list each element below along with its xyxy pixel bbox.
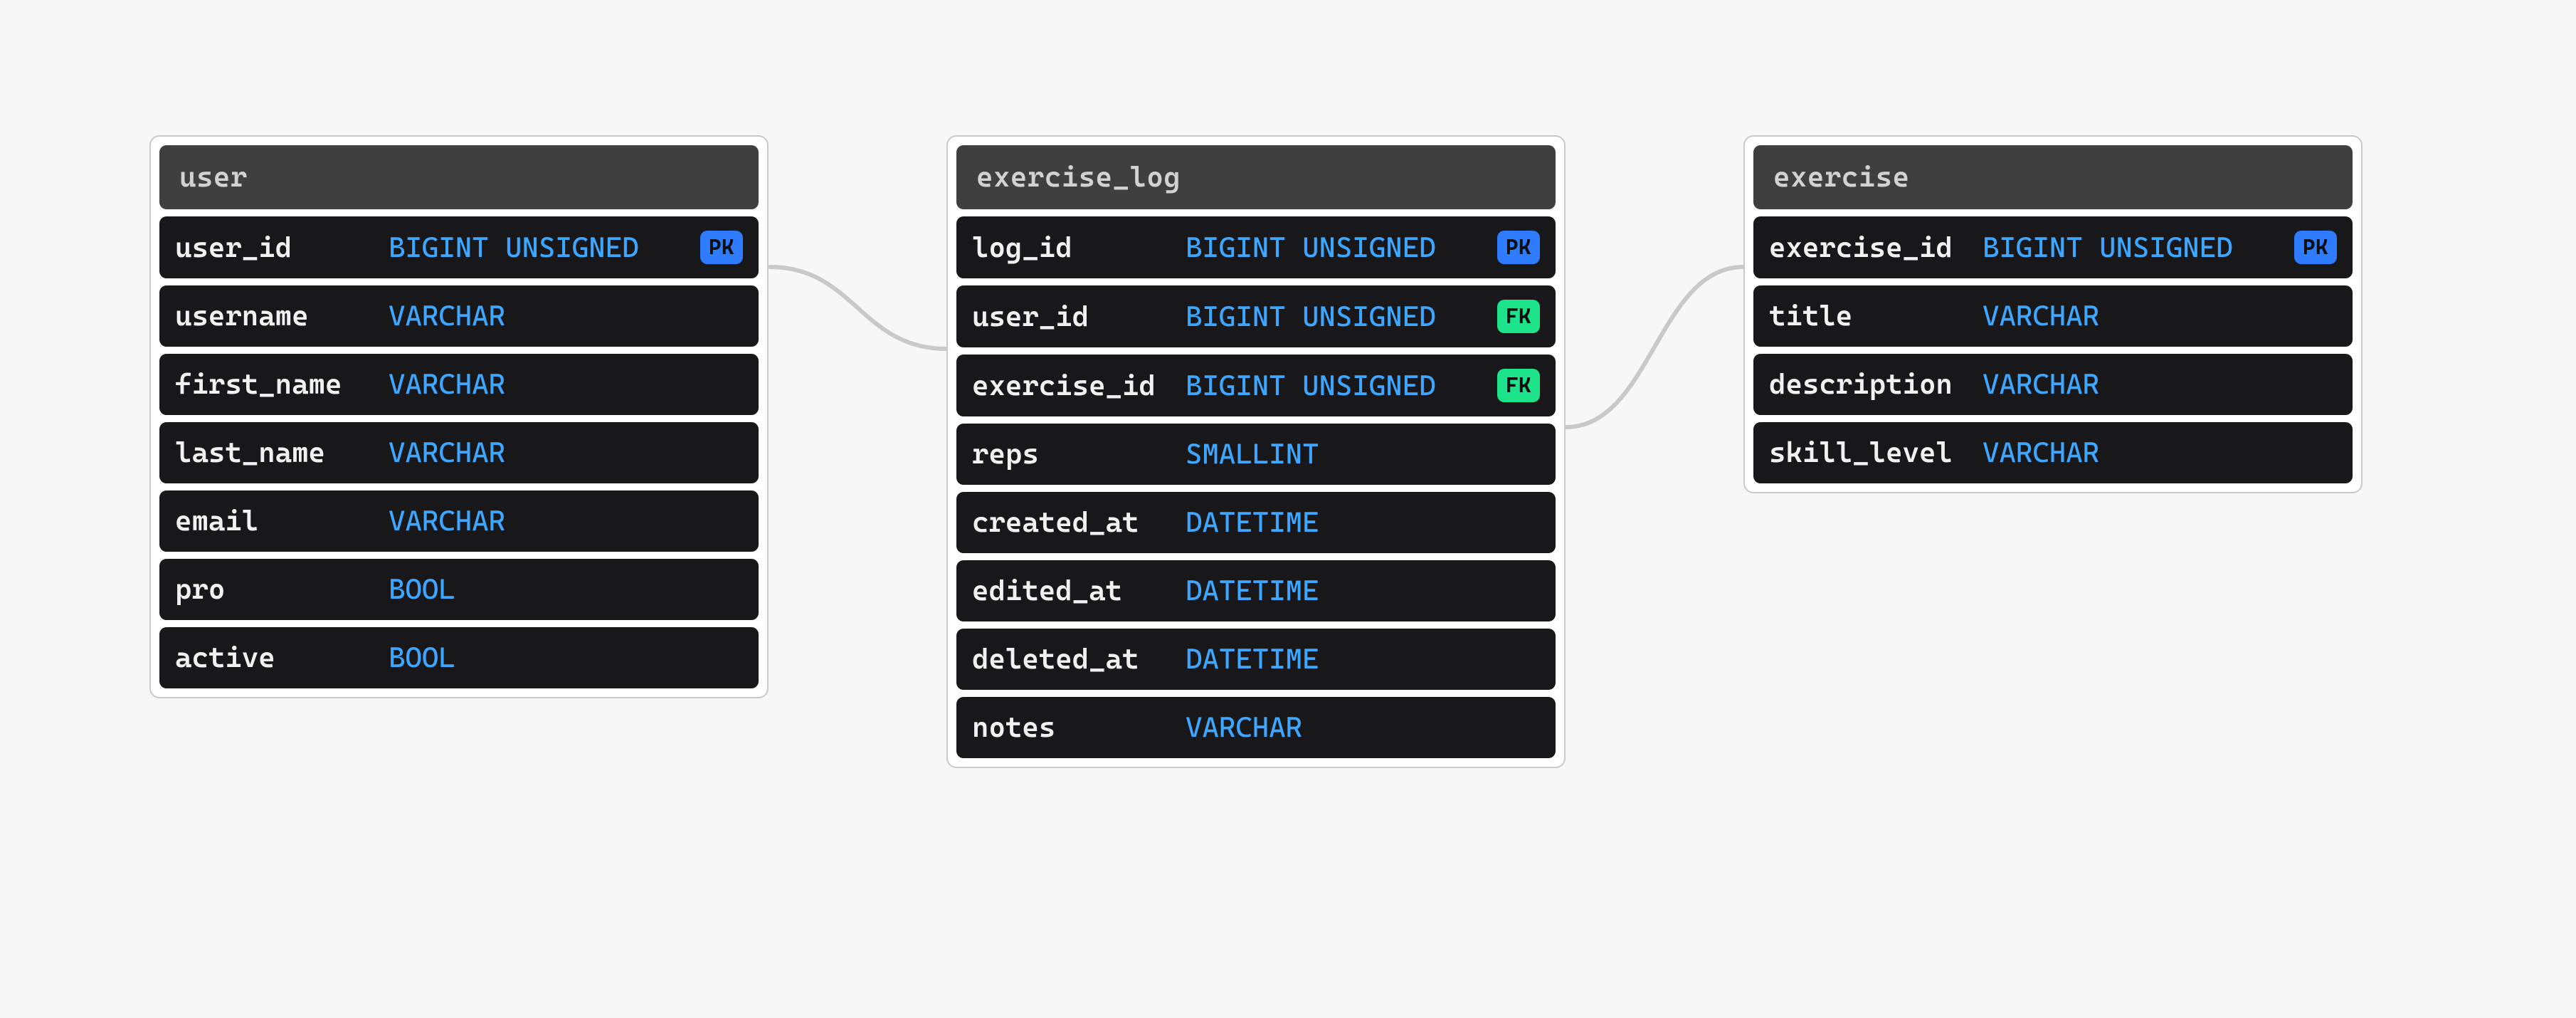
column-name: exercise_id <box>1769 231 1968 264</box>
pk-badge: PK <box>700 231 743 264</box>
column-type: BIGINT UNSIGNED <box>1186 300 1483 333</box>
table-exercise-col-exercise_id[interactable]: exercise_id BIGINT UNSIGNED PK <box>1753 216 2353 278</box>
column-name: description <box>1769 368 1968 401</box>
table-user-header: user <box>159 145 759 209</box>
fk-badge: FK <box>1497 300 1540 333</box>
column-name: log_id <box>972 231 1171 264</box>
table-user-col-last_name[interactable]: last_name VARCHAR <box>159 422 759 483</box>
column-type: BOOL <box>389 573 743 606</box>
column-name: reps <box>972 438 1171 471</box>
column-type: VARCHAR <box>389 368 743 401</box>
relation-user-to-exerciselog <box>770 267 946 349</box>
column-type: VARCHAR <box>1983 300 2337 332</box>
column-name: notes <box>972 711 1171 744</box>
table-exerciselog-col-deleted_at[interactable]: deleted_at DATETIME <box>956 629 1556 690</box>
table-exercise-log-header: exercise_log <box>956 145 1556 209</box>
erd-canvas[interactable]: user user_id BIGINT UNSIGNED PK username… <box>0 0 2576 1018</box>
fk-badge: FK <box>1497 369 1540 402</box>
column-type: BIGINT UNSIGNED <box>1983 231 2280 264</box>
pk-badge: PK <box>2294 231 2337 264</box>
column-name: username <box>175 300 374 332</box>
table-exercise-col-description[interactable]: description VARCHAR <box>1753 354 2353 415</box>
table-exerciselog-col-reps[interactable]: reps SMALLINT <box>956 424 1556 485</box>
table-exercise-col-title[interactable]: title VARCHAR <box>1753 285 2353 347</box>
table-user-col-email[interactable]: email VARCHAR <box>159 490 759 552</box>
column-type: SMALLINT <box>1186 438 1540 471</box>
column-type: VARCHAR <box>1983 368 2337 401</box>
column-type: VARCHAR <box>389 505 743 537</box>
table-exerciselog-col-notes[interactable]: notes VARCHAR <box>956 697 1556 758</box>
column-type: DATETIME <box>1186 574 1540 607</box>
column-name: title <box>1769 300 1968 332</box>
pk-badge: PK <box>1497 231 1540 264</box>
column-name: edited_at <box>972 574 1171 607</box>
table-user[interactable]: user user_id BIGINT UNSIGNED PK username… <box>149 135 769 698</box>
relation-exercise-to-exerciselog <box>1566 267 1743 427</box>
column-type: VARCHAR <box>1983 436 2337 469</box>
table-exercise[interactable]: exercise exercise_id BIGINT UNSIGNED PK … <box>1743 135 2363 493</box>
table-exerciselog-col-exercise_id[interactable]: exercise_id BIGINT UNSIGNED FK <box>956 355 1556 416</box>
column-name: created_at <box>972 506 1171 539</box>
column-name: pro <box>175 573 374 606</box>
column-type: VARCHAR <box>1186 711 1540 744</box>
column-name: active <box>175 641 374 674</box>
column-type: DATETIME <box>1186 643 1540 676</box>
column-name: email <box>175 505 374 537</box>
column-name: user_id <box>175 231 374 264</box>
column-type: VARCHAR <box>389 436 743 469</box>
table-user-col-pro[interactable]: pro BOOL <box>159 559 759 620</box>
column-name: exercise_id <box>972 369 1171 402</box>
column-name: skill_level <box>1769 436 1968 469</box>
table-exerciselog-col-user_id[interactable]: user_id BIGINT UNSIGNED FK <box>956 285 1556 347</box>
column-type: BOOL <box>389 641 743 674</box>
table-user-col-active[interactable]: active BOOL <box>159 627 759 688</box>
column-name: deleted_at <box>972 643 1171 676</box>
table-user-col-first_name[interactable]: first_name VARCHAR <box>159 354 759 415</box>
column-name: first_name <box>175 368 374 401</box>
column-type: VARCHAR <box>389 300 743 332</box>
table-exercise-col-skill_level[interactable]: skill_level VARCHAR <box>1753 422 2353 483</box>
column-type: BIGINT UNSIGNED <box>1186 369 1483 402</box>
table-user-col-username[interactable]: username VARCHAR <box>159 285 759 347</box>
table-exercise-log[interactable]: exercise_log log_id BIGINT UNSIGNED PK u… <box>946 135 1566 768</box>
table-user-col-user_id[interactable]: user_id BIGINT UNSIGNED PK <box>159 216 759 278</box>
column-type: BIGINT UNSIGNED <box>389 231 686 264</box>
column-name: last_name <box>175 436 374 469</box>
table-exercise-header: exercise <box>1753 145 2353 209</box>
table-exerciselog-col-created_at[interactable]: created_at DATETIME <box>956 492 1556 553</box>
column-name: user_id <box>972 300 1171 333</box>
table-exerciselog-col-edited_at[interactable]: edited_at DATETIME <box>956 560 1556 621</box>
table-exerciselog-col-log_id[interactable]: log_id BIGINT UNSIGNED PK <box>956 216 1556 278</box>
column-type: BIGINT UNSIGNED <box>1186 231 1483 264</box>
column-type: DATETIME <box>1186 506 1540 539</box>
